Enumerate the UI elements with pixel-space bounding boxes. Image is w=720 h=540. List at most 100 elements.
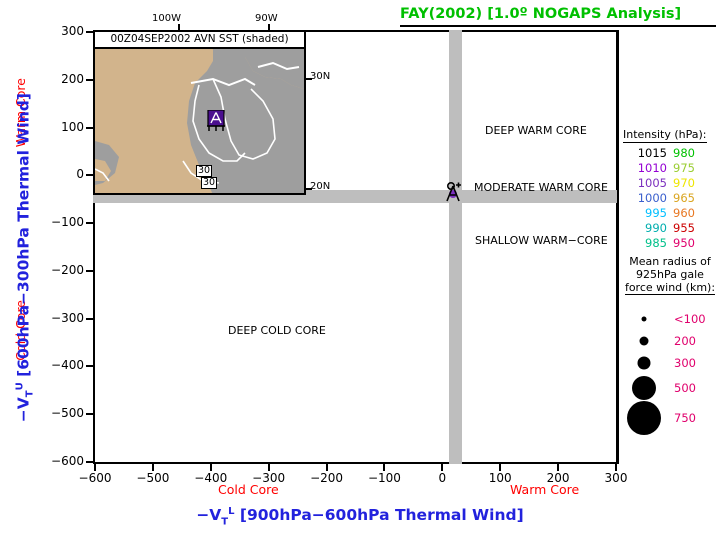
y-axis-title-sub: T (24, 390, 36, 398)
radius-dot-<100 (641, 316, 647, 322)
x-tick-300 (615, 464, 617, 471)
intensity-row-4: 995 960 (623, 206, 715, 221)
x-tick--200 (325, 464, 328, 471)
x-tick--500 (151, 464, 154, 471)
x-tick-label-0: 0 (438, 471, 447, 485)
radius-row-3: 500 (622, 376, 718, 400)
y-tick-label--500: −500 (51, 406, 84, 421)
x-axis-cold-core-label: Cold Core (218, 482, 279, 497)
y-tick--600 (86, 461, 93, 463)
intensity-value-970: 970 (673, 176, 695, 190)
radius-label-500: 500 (674, 381, 696, 395)
x-tick-label--500: −500 (136, 471, 170, 485)
radius-dot-750 (627, 401, 661, 435)
intensity-legend-header: Intensity (hPa): (623, 128, 707, 143)
x-axis-title-sub: T (221, 516, 229, 528)
x-tick-100 (499, 464, 502, 471)
radius-legend-line3: force wind (km): (624, 281, 716, 295)
radius-dot-200 (639, 336, 649, 346)
y-tick-label--200: −200 (51, 262, 84, 277)
x-tick-label--100: −100 (367, 471, 401, 485)
x-tick--100 (383, 464, 386, 471)
x-tick--400 (209, 464, 212, 471)
y-tick-200 (86, 78, 93, 81)
intensity-row-0: 1015 980 (623, 146, 715, 161)
y-tick--200 (86, 269, 93, 272)
zero-axis-vertical-band (449, 30, 462, 464)
quadrant-label-3: DEEP COLD CORE (228, 324, 326, 337)
lon-label-100w: 100W (152, 13, 181, 24)
x-tick--300 (267, 464, 270, 471)
intensity-row-3: 1000 965 (623, 191, 715, 206)
y-axis-title-prefix: −V (14, 397, 33, 423)
lon-label-90w: 90W (255, 13, 278, 24)
intensity-row-1: 1010 975 (623, 161, 715, 176)
intensity-value-995: 995 (645, 206, 667, 220)
y-tick-label--400: −400 (51, 358, 84, 373)
intensity-row-2: 1005 970 (623, 176, 715, 191)
y-tick--400 (86, 365, 93, 368)
inset-map-title: 00Z04SEP2002 AVN SST (shaded) (95, 32, 304, 49)
intensity-value-955: 955 (673, 221, 695, 235)
y-tick-100 (86, 126, 93, 129)
y-tick--500 (86, 413, 93, 416)
radius-row-2: 300 (622, 352, 718, 374)
intensity-value-1005: 1005 (637, 176, 667, 190)
y-tick-label--600: −600 (51, 454, 84, 468)
sst-contour-label-30-a: 30 (196, 165, 213, 177)
x-tick--600 (94, 464, 96, 471)
intensity-row-6: 985 950 (623, 236, 715, 251)
lat-label-20n: 20N (310, 181, 331, 192)
lon-tick-90w (268, 24, 270, 30)
y-tick-0 (86, 174, 93, 177)
lon-tick-100w (178, 24, 180, 30)
y-tick-label-0: 0 (76, 167, 84, 182)
title-underline (400, 25, 716, 27)
y-axis-title: −VTU [600hPa−300hPa Thermal Wind] (14, 43, 35, 473)
sst-contour-label-30-b: 30 (201, 177, 218, 189)
x-axis-warm-core-label: Warm Core (510, 482, 580, 497)
intensity-value-960: 960 (673, 206, 695, 220)
intensity-value-985: 985 (645, 236, 667, 250)
y-tick-label--300: −300 (51, 310, 84, 325)
quadrant-label-0: DEEP WARM CORE (485, 124, 587, 137)
radius-legend-header: Mean radius of 925hPa gale force wind (k… (622, 255, 718, 295)
radius-label-750: 750 (674, 411, 696, 425)
quadrant-label-1: MODERATE WARM CORE (474, 181, 608, 194)
radius-legend-line1: Mean radius of (629, 255, 711, 268)
legend-divider (617, 30, 619, 464)
y-axis-title-rest: [600hPa−300hPa Thermal Wind] (14, 93, 33, 383)
radius-dot-500 (632, 376, 656, 400)
map-storm-marker-A[interactable] (205, 109, 225, 132)
radius-legend-line2: 925hPa gale (636, 268, 704, 281)
x-axis-title-rest: [900hPa−600hPa Thermal Wind] (234, 506, 524, 525)
intensity-value-950: 950 (673, 236, 695, 250)
radius-row-4: 750 (622, 401, 718, 435)
radius-row-1: 200 (622, 330, 718, 352)
radius-label-<100: <100 (674, 312, 706, 326)
y-tick-300 (86, 31, 93, 33)
quadrant-label-2: SHALLOW WARM−CORE (475, 234, 608, 247)
x-tick-0 (441, 464, 444, 471)
intensity-value-965: 965 (673, 191, 695, 205)
radius-label-200: 200 (674, 334, 696, 348)
x-axis-title-prefix: −V (196, 506, 222, 525)
y-tick--100 (86, 222, 93, 225)
storm-position-marker-A[interactable] (442, 182, 466, 206)
y-axis-title-sup: U (14, 382, 26, 391)
lat-label-30n: 30N (310, 71, 331, 82)
intensity-row-5: 990 955 (623, 221, 715, 236)
y-tick--300 (86, 317, 93, 320)
radius-dot-300 (637, 356, 651, 370)
y-tick-label-300: 300 (61, 24, 84, 38)
intensity-value-1010: 1010 (637, 161, 667, 175)
intensity-value-990: 990 (645, 221, 667, 235)
intensity-value-975: 975 (673, 161, 695, 175)
intensity-value-1015: 1015 (637, 146, 667, 160)
y-tick-label-200: 200 (61, 71, 84, 86)
x-tick-label-300: 300 (604, 471, 628, 485)
x-tick-label--600: −600 (78, 471, 112, 485)
radius-row-0: <100 (622, 308, 718, 330)
x-tick-200 (557, 464, 560, 471)
page-title: FAY(2002) [1.0º NOGAPS Analysis] (400, 6, 682, 22)
